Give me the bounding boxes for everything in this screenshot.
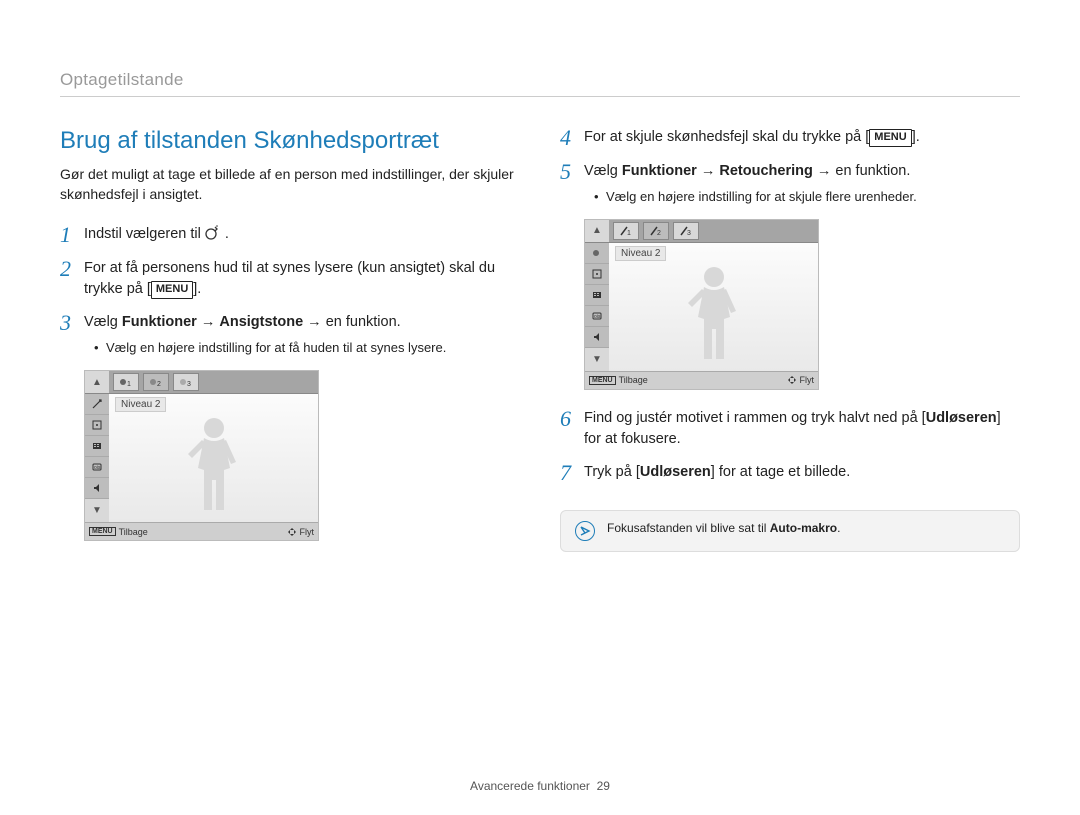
step1-text-post: .: [225, 226, 229, 242]
note-text-a: Fokusafstanden vil blive sat til: [607, 521, 770, 535]
scroll-down-icon: ▼: [585, 348, 609, 371]
step5-b1: Funktioner: [622, 163, 697, 179]
scroll-up-icon: ▲: [585, 220, 609, 242]
side-icon-ois: ois: [585, 306, 609, 327]
step-number-4: 4: [560, 127, 584, 149]
retouch-level-3-icon: 3: [673, 222, 699, 240]
camera-screen-retouch: ▲ 1 2 3: [584, 219, 819, 390]
svg-text:3: 3: [687, 230, 691, 237]
svg-text:2: 2: [657, 230, 661, 237]
step4-b: ].: [912, 129, 920, 145]
step5-c: en funktion.: [835, 163, 910, 179]
breadcrumb: Optagetilstande: [60, 70, 1020, 97]
step2-text-a: For at få personens hud til at synes lys…: [84, 260, 495, 297]
side-icon-ois: ois: [85, 457, 109, 478]
footer-page: 29: [597, 779, 610, 793]
facetone-level-1-icon: 1: [113, 373, 139, 391]
step5-bullet: Vælg en højere indstilling for at skjule…: [594, 188, 1020, 207]
dpad-icon: [787, 375, 797, 385]
menu-mini-badge: MENU: [589, 376, 616, 385]
side-icon-retouch: [85, 394, 109, 415]
screen-back-label: Tilbage: [619, 375, 648, 385]
intro-text: Gør det muligt at tage et billede af en …: [60, 165, 520, 204]
svg-text:ois: ois: [594, 314, 601, 320]
step-number-5: 5: [560, 161, 584, 183]
section-title: Brug af tilstanden Skønhedsportræt: [60, 127, 520, 155]
facetone-level-2-icon: 2: [143, 373, 169, 391]
step3-b1: Funktioner: [122, 314, 197, 330]
step3-arrow1: →: [197, 314, 220, 330]
step4-a: For at skjule skønhedsfejl skal du trykk…: [584, 129, 869, 145]
side-icon-grid: [85, 436, 109, 457]
step7-c: ] for at tage et billede.: [711, 464, 850, 480]
dpad-icon: [287, 527, 297, 537]
info-note-box: Fokusafstanden vil blive sat til Auto-ma…: [560, 510, 1020, 552]
retouch-level-2-icon: 2: [643, 222, 669, 240]
facetone-level-label: Niveau 2: [115, 397, 166, 412]
step-number-3: 3: [60, 312, 84, 334]
screen-back-label: Tilbage: [119, 527, 148, 537]
step5-b2: Retouchering: [719, 163, 812, 179]
step-number-7: 7: [560, 462, 584, 484]
step6-a: Find og justér motivet i rammen og tryk …: [584, 410, 926, 426]
svg-text:1: 1: [127, 381, 131, 388]
beauty-mode-icon: [205, 224, 221, 240]
svg-text:1: 1: [627, 230, 631, 237]
note-text-b: Auto-makro: [770, 521, 837, 535]
note-text-c: .: [837, 521, 840, 535]
step3-a: Vælg: [84, 314, 122, 330]
side-icon-voice: [85, 478, 109, 499]
scroll-down-icon: ▼: [85, 499, 109, 522]
step5-a: Vælg: [584, 163, 622, 179]
step6-b: Udløseren: [926, 410, 997, 426]
left-column: Brug af tilstanden Skønhedsportræt Gør d…: [60, 127, 520, 553]
step7-b: Udløseren: [640, 464, 711, 480]
step-number-2: 2: [60, 258, 84, 280]
info-icon: [575, 521, 595, 541]
step3-b2: Ansigtstone: [219, 314, 303, 330]
facetone-level-3-icon: 3: [173, 373, 199, 391]
step2-text-b: ].: [193, 281, 201, 297]
side-icon-voice: [585, 327, 609, 348]
step3-c: en funktion.: [326, 314, 401, 330]
menu-mini-badge: MENU: [89, 527, 116, 536]
side-icon-focus: [85, 415, 109, 436]
scroll-up-icon: ▲: [85, 371, 109, 393]
screen-move-label: Flyt: [300, 527, 315, 537]
svg-text:ois: ois: [94, 465, 101, 471]
side-icon-focus: [585, 264, 609, 285]
svg-text:2: 2: [157, 381, 161, 388]
side-icon-facetone: [585, 243, 609, 264]
step-number-6: 6: [560, 408, 584, 430]
right-column: 4 For at skjule skønhedsfejl skal du try…: [560, 127, 1020, 553]
camera-screen-facetone: ▲ 1 2 3: [84, 370, 319, 541]
step-number-1: 1: [60, 224, 84, 246]
person-silhouette-icon: [174, 412, 254, 522]
retouch-level-1-icon: 1: [613, 222, 639, 240]
page-footer: Avancerede funktioner 29: [0, 779, 1080, 793]
person-silhouette-icon: [674, 261, 754, 371]
menu-badge: MENU: [869, 129, 911, 147]
retouch-level-label: Niveau 2: [615, 246, 666, 261]
step5-arrow1: →: [697, 163, 720, 179]
step3-bullet: Vælg en højere indstilling for at få hud…: [94, 339, 520, 358]
step3-arrow2: →: [303, 314, 326, 330]
menu-badge: MENU: [151, 281, 193, 299]
step1-text-pre: Indstil vælgeren til: [84, 226, 205, 242]
footer-label: Avancerede funktioner: [470, 779, 590, 793]
step5-arrow2: →: [813, 163, 836, 179]
step7-a: Tryk på [: [584, 464, 640, 480]
screen-move-label: Flyt: [800, 375, 815, 385]
svg-text:3: 3: [187, 381, 191, 388]
side-icon-grid: [585, 285, 609, 306]
